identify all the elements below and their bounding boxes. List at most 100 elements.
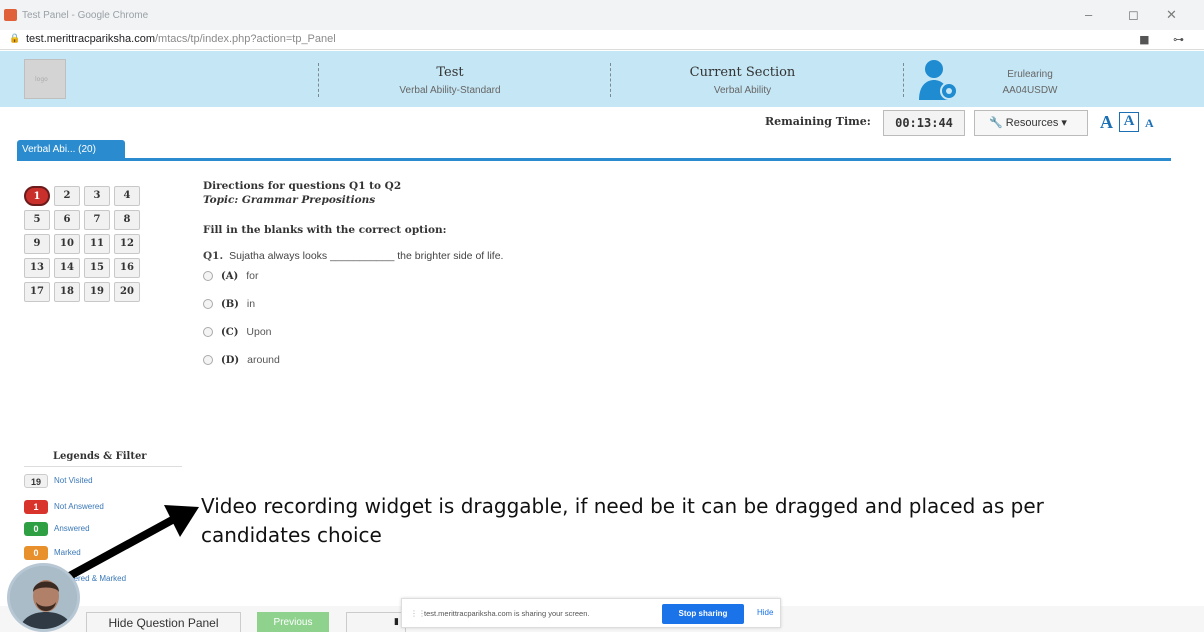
question-palette-button[interactable]: 13 [24,258,50,278]
browser-titlebar: Test Panel - Google Chrome – ◻ ✕ [0,0,1204,30]
annotation-arrow-icon [60,505,199,583]
test-info: Test Verbal Ability-Standard [350,65,550,96]
section-label: Current Section [689,65,796,80]
radio-button[interactable] [203,271,213,282]
legend-chip: 0 [24,546,48,560]
share-notice-text: test.merittracpariksha.com is sharing yo… [424,609,590,618]
option-text: around [247,354,280,366]
question-palette-button[interactable]: 6 [54,210,80,230]
question-palette-button[interactable]: 14 [54,258,80,278]
test-name: Verbal Ability-Standard [399,85,501,96]
section-name: Verbal Ability [713,85,772,96]
option-text: in [246,298,256,310]
annotation-line-2: candidates choice [201,523,382,547]
legend-chip: 1 [24,500,48,514]
annotation-text: Video recording widget is draggable, if … [201,492,1204,550]
section-tab-verbal-ability[interactable]: Verbal Abi... (20) [17,140,125,159]
question-palette-button[interactable]: 1 [24,186,50,206]
user-avatar-icon [919,60,958,100]
font-size-small-button[interactable]: A [1145,116,1154,131]
question-palette-button[interactable]: 17 [24,282,50,302]
remaining-time-label: Remaining Time: [765,115,871,128]
url-path: /mtacs/tp/index.php?action=tp_Panel [154,33,336,45]
radio-button[interactable] [203,355,213,366]
url-host: test.merittracpariksha.com [26,33,155,45]
question-palette-button[interactable]: 18 [54,282,80,302]
question-palette-button[interactable]: 10 [54,234,80,254]
question-palette-button[interactable]: 16 [114,258,140,278]
question-palette-button[interactable]: 8 [114,210,140,230]
bookmark-icon: ▮ [394,617,399,627]
question-directions: Directions for questions Q1 to Q2 [203,180,402,192]
option-c[interactable]: (C) Upon [203,326,272,342]
radio-button[interactable] [203,299,213,310]
hide-share-bar-link[interactable]: Hide [757,608,773,617]
user-name: Erulearing [1007,69,1053,80]
question-palette-button[interactable]: 3 [84,186,110,206]
question-palette-button[interactable]: 4 [114,186,140,206]
previous-button[interactable]: Previous [257,612,329,632]
option-label: (A) [221,271,239,282]
hide-question-panel-button[interactable]: Hide Question Panel [86,612,241,632]
question-palette-button[interactable]: 19 [84,282,110,302]
question-palette-button[interactable]: 15 [84,258,110,278]
user-id: AA04USDW [1002,85,1058,96]
option-label: (C) [221,327,239,338]
user-info: Erulearing AA04USDW [990,69,1070,96]
favicon-icon [4,9,17,21]
question-palette-button[interactable]: 7 [84,210,110,230]
option-label: (D) [221,355,240,366]
restore-button[interactable]: ◻ [1128,7,1139,23]
option-a[interactable]: (A) for [203,270,259,286]
section-underline [17,158,1171,161]
question-instruction: Fill in the blanks with the correct opti… [203,224,447,236]
radio-button[interactable] [203,327,213,338]
question-topic: Topic: Grammar Prepositions [203,194,376,206]
option-d[interactable]: (D) around [203,354,280,370]
options-list: (A) for (B) in (C) Upon (D) around [203,270,903,380]
resources-label: Resources [1005,117,1059,129]
option-text: Upon [246,326,272,338]
legends-title: Legends & Filter [53,451,147,462]
mark-for-review-button[interactable]: ▮ [346,612,406,632]
question-palette-button[interactable]: 11 [84,234,110,254]
legend-item[interactable]: 19 Not Visited [24,474,93,488]
font-size-medium-button[interactable]: A [1119,112,1139,132]
question-text: Q1. Sujatha always looks ___________ the … [203,250,903,262]
extension-icons[interactable]: ■ ⊶ [1139,33,1194,46]
header-divider [903,63,904,97]
logo-image: logo [24,59,66,99]
section-info: Current Section Verbal Ability [660,65,825,96]
screen-share-notification: ⋮⋮ test.merittracpariksha.com is sharing… [401,598,781,628]
question-palette-button[interactable]: 2 [54,186,80,206]
legend-chip: 0 [24,522,48,536]
question-palette-button[interactable]: 12 [114,234,140,254]
close-window-button[interactable]: ✕ [1166,7,1177,23]
wrench-icon: 🔧 [989,117,1003,129]
window-title: Test Panel - Google Chrome [22,10,149,21]
remaining-time-value: 00:13:44 [883,110,965,136]
app-header: logo Test Verbal Ability-Standard Curren… [0,51,1204,107]
question-palette-button[interactable]: 9 [24,234,50,254]
font-size-large-button[interactable]: A [1100,112,1113,133]
option-text: for [246,270,259,282]
question-area: Directions for questions Q1 to Q2 Topic:… [203,180,903,380]
minimize-button[interactable]: – [1085,7,1092,22]
option-label: (B) [221,299,239,310]
url-text[interactable]: test.merittracpariksha.com/mtacs/tp/inde… [26,33,336,45]
address-bar[interactable]: 🔒 test.merittracpariksha.com/mtacs/tp/in… [0,30,1204,50]
header-divider [318,63,319,97]
legend-chip: 19 [24,474,48,488]
resources-button[interactable]: 🔧 Resources ▾ [974,110,1088,136]
test-label: Test [436,65,464,80]
stop-sharing-button[interactable]: Stop sharing [662,604,744,624]
question-body: Sujatha always looks ___________ the bri… [229,250,504,262]
legend-label: Not Visited [54,476,93,486]
legends-divider [24,466,182,467]
option-b[interactable]: (B) in [203,298,255,314]
question-palette-button[interactable]: 5 [24,210,50,230]
lock-icon: 🔒 [9,34,21,44]
video-recording-widget[interactable] [7,563,80,632]
question-palette-button[interactable]: 20 [114,282,140,302]
header-divider [610,63,611,97]
